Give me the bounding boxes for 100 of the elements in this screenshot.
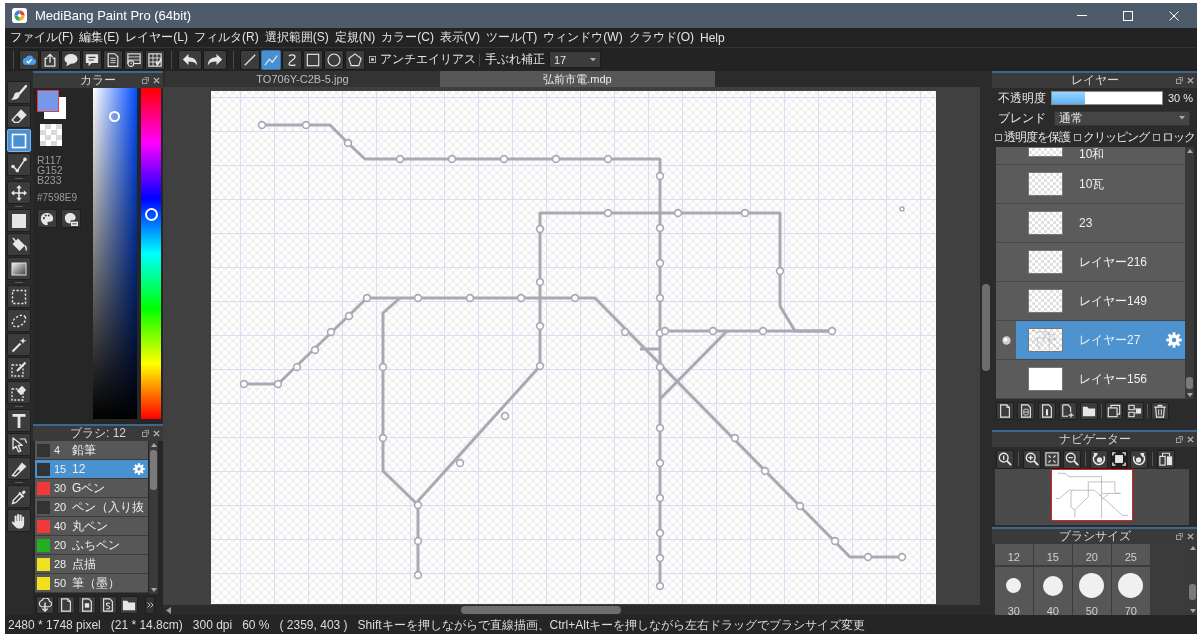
zoom-out-button[interactable] [1063, 449, 1081, 469]
layer-item[interactable]: レイヤー216 [996, 243, 1185, 282]
new-brush-button[interactable] [57, 596, 75, 614]
polyline-tool-button[interactable] [261, 49, 281, 70]
option-checkbox[interactable]: ロック [1153, 129, 1195, 146]
actual-size-button[interactable] [996, 449, 1014, 469]
curve-tool-button[interactable] [282, 49, 302, 70]
float-icon[interactable] [142, 430, 149, 437]
brush-item[interactable]: 28 点描 [35, 555, 148, 574]
zoom-in-button[interactable] [1023, 449, 1041, 469]
delete-button[interactable] [1151, 402, 1169, 420]
float-icon[interactable] [1176, 77, 1183, 84]
menu-item[interactable]: 選択範囲(S) [261, 28, 332, 47]
brush-item[interactable]: 20 ペン（入り抜 [35, 498, 148, 517]
magic-wand-button[interactable] [7, 333, 31, 356]
foreground-color-swatch[interactable] [37, 90, 59, 112]
cloud-button[interactable] [19, 49, 39, 70]
folder-button[interactable] [1080, 402, 1098, 420]
page-list-button[interactable] [124, 49, 144, 70]
brush-item[interactable]: 20 ふちペン [35, 536, 148, 555]
text-tool-button[interactable] [7, 409, 31, 432]
brush-size-item[interactable]: 25 [1112, 544, 1150, 565]
menu-item[interactable]: レイヤー(L) [122, 28, 191, 47]
menu-item[interactable]: ファイル(F) [7, 28, 77, 47]
saturation-value-picker[interactable] [93, 88, 137, 419]
brush-item[interactable]: 40 丸ペン [35, 517, 148, 536]
option-checkbox[interactable]: クリッピング [1074, 129, 1149, 146]
select-eraser-button[interactable] [7, 381, 31, 404]
stabilizer-dropdown[interactable]: 17 [549, 51, 601, 68]
grid-button[interactable] [145, 49, 165, 70]
scrollbar-thumb[interactable] [1189, 584, 1196, 600]
blend-dropdown[interactable]: 通常 [1054, 110, 1190, 126]
scrollbar-thumb[interactable] [982, 284, 990, 371]
fit-screen-button[interactable] [1110, 449, 1128, 469]
scrollbar-thumb[interactable] [461, 606, 621, 614]
copy-brush-button[interactable] [78, 596, 96, 614]
bucket-tool-button[interactable] [7, 233, 31, 256]
document-tab[interactable]: 弘前市電.mdp [440, 71, 715, 87]
menu-item[interactable]: フィルタ(R) [191, 28, 262, 47]
select-pen-button[interactable] [7, 357, 31, 380]
cloud-download-button[interactable] [36, 596, 54, 614]
menu-item[interactable]: クラウド(O) [625, 28, 697, 47]
brush-size-item[interactable]: 12 [995, 544, 1033, 565]
scrollbar[interactable] [149, 441, 158, 594]
background-color-swatch[interactable] [37, 90, 66, 119]
antialias-checkbox[interactable]: アンチエイリアス [369, 51, 476, 68]
fit-button[interactable] [1043, 449, 1061, 469]
new-layer-button[interactable] [996, 402, 1014, 420]
scrollbar-thumb[interactable] [1186, 377, 1193, 389]
float-icon[interactable] [1176, 436, 1183, 443]
brush-item[interactable]: 30 Gペン [35, 479, 148, 498]
more-button[interactable] [145, 596, 155, 614]
folder-button[interactable] [120, 596, 138, 614]
palette-swap-button[interactable] [61, 209, 81, 228]
document-tab[interactable]: TO706Y-C2B-5.jpg [165, 71, 440, 87]
fill-tool-button[interactable] [7, 209, 31, 232]
hue-handle[interactable] [144, 208, 158, 222]
transparent-swatch[interactable] [40, 124, 62, 146]
lasso-tool-button[interactable] [7, 309, 31, 332]
script-button[interactable] [99, 596, 117, 614]
rotate-left-button[interactable] [1090, 449, 1108, 469]
hue-slider[interactable] [141, 88, 161, 419]
menu-item[interactable]: ツール(T) [483, 28, 541, 47]
menu-item[interactable]: 定規(N) [331, 28, 379, 47]
merge-button[interactable] [1126, 402, 1144, 420]
menu-item[interactable]: カラー(C) [378, 28, 437, 47]
brush-size-item[interactable]: 40 [1034, 566, 1072, 615]
brush-size-item[interactable]: 20 [1073, 544, 1111, 565]
close-icon[interactable] [153, 77, 160, 84]
eyedropper-button[interactable] [7, 485, 31, 508]
line-tool-button[interactable] [240, 49, 260, 70]
layer-1bit-button[interactable] [1038, 402, 1056, 420]
layer-8bit-button[interactable] [1017, 402, 1035, 420]
opacity-slider[interactable] [1051, 91, 1163, 105]
close-icon[interactable] [1187, 533, 1194, 540]
brush-item[interactable]: 50 筆（墨） [35, 574, 148, 593]
comment-button[interactable] [82, 49, 102, 70]
duplicate-button[interactable] [1105, 402, 1123, 420]
add-layer-button[interactable] [1059, 402, 1077, 420]
share-button[interactable] [40, 49, 60, 70]
brush-size-item[interactable]: 70 [1112, 566, 1150, 615]
brush-tool-button[interactable] [7, 81, 31, 104]
float-icon[interactable] [1176, 533, 1183, 540]
brush-item[interactable]: 4 鉛筆 [35, 441, 148, 460]
hand-tool-button[interactable] [7, 509, 31, 532]
scrollbar-thumb[interactable] [150, 450, 157, 490]
brush-size-item[interactable]: 50 [1073, 566, 1111, 615]
option-checkbox[interactable]: 透明度を保護 [995, 129, 1070, 146]
flip-button[interactable] [1157, 449, 1175, 469]
polyline-tool-button[interactable] [7, 153, 31, 176]
rotate-right-button[interactable] [1130, 449, 1148, 469]
select-tool-button[interactable] [7, 285, 31, 308]
brush-size-item[interactable]: 15 [1034, 544, 1072, 565]
layer-item[interactable]: 10瓦 [996, 165, 1185, 204]
color-handle[interactable] [109, 111, 121, 123]
scrollbar[interactable] [1185, 147, 1194, 399]
pointer-tool-button[interactable] [7, 433, 31, 456]
close-icon[interactable] [1187, 436, 1194, 443]
brush-size-item[interactable]: 30 [995, 566, 1033, 615]
polygon-tool-button[interactable] [345, 49, 365, 70]
